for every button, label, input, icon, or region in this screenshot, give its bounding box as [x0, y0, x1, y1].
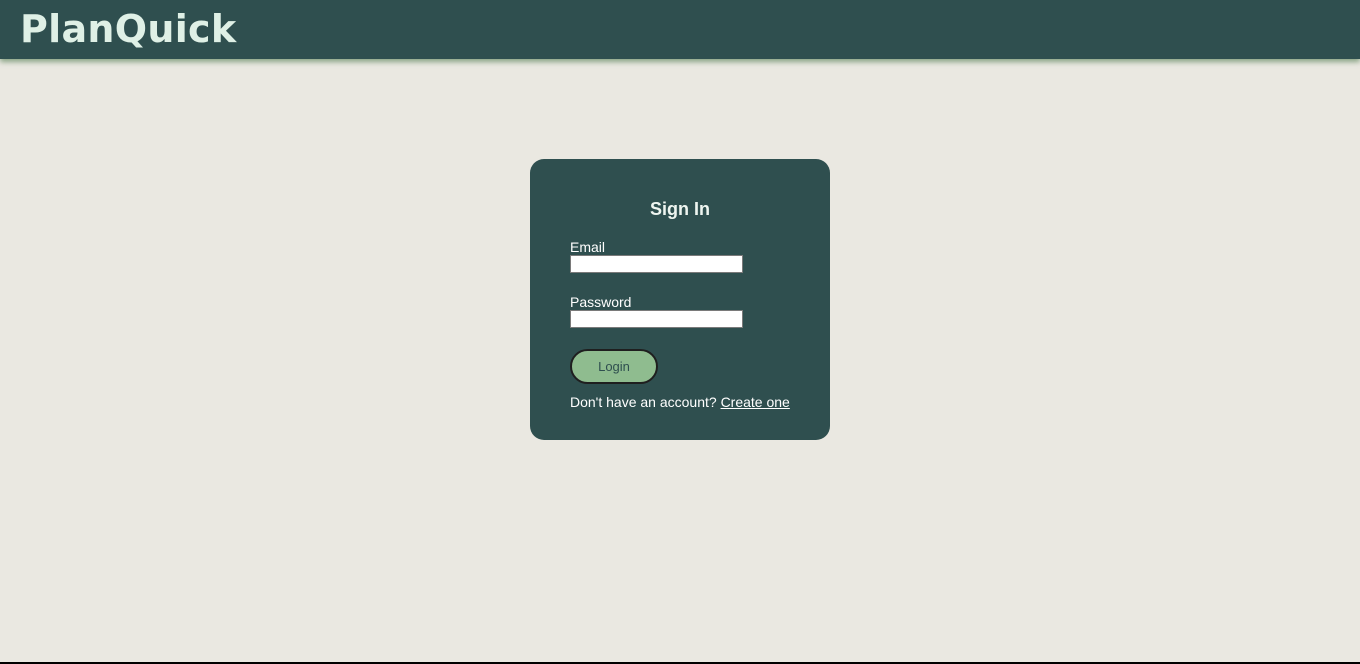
email-field[interactable] [570, 255, 743, 273]
signup-prompt: Don't have an account? Create one [570, 394, 790, 410]
create-account-link[interactable]: Create one [721, 394, 790, 410]
brand-logo: PlanQuick [20, 7, 237, 51]
app-header: PlanQuick [0, 0, 1360, 59]
login-button[interactable]: Login [570, 349, 658, 384]
login-card: Sign In Email Password Login Don't have … [530, 159, 830, 440]
email-label: Email [570, 239, 606, 255]
signin-title: Sign In [650, 199, 710, 219]
password-label: Password [570, 294, 632, 310]
password-field[interactable] [570, 310, 743, 328]
no-account-text: Don't have an account? [570, 394, 717, 410]
